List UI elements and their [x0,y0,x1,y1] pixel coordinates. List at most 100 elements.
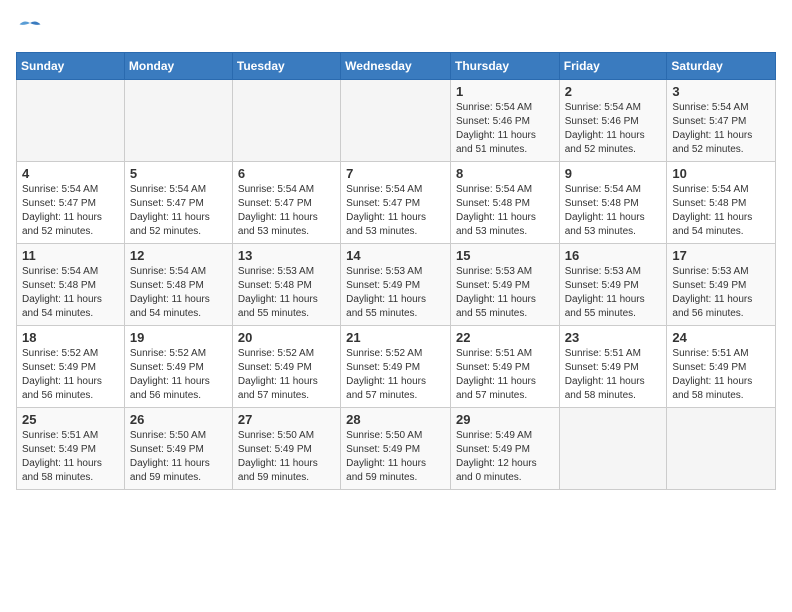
calendar-cell: 20 Sunrise: 5:52 AM Sunset: 5:49 PM Dayli… [232,326,340,408]
calendar-cell: 23 Sunrise: 5:51 AM Sunset: 5:49 PM Dayli… [559,326,667,408]
calendar-cell: 11 Sunrise: 5:54 AM Sunset: 5:48 PM Dayli… [17,244,125,326]
calendar-cell: 17Sunrise: 5:53 AM Sunset: 5:49 PM Dayli… [667,244,776,326]
day-info: Sunrise: 5:53 AM Sunset: 5:48 PM Dayligh… [238,265,335,321]
calendar-cell: 15 Sunrise: 5:53 AM Sunset: 5:49 PM Dayli… [450,244,559,326]
day-number: 17 [672,248,770,263]
calendar-cell [232,80,340,162]
day-number: 19 [130,330,227,345]
calendar-cell: 1Sunrise: 5:54 AM Sunset: 5:46 PM Daylig… [450,80,559,162]
day-number: 6 [238,166,335,181]
calendar-cell: 16 Sunrise: 5:53 AM Sunset: 5:49 PM Dayli… [559,244,667,326]
calendar-cell [667,408,776,490]
day-number: 1 [456,84,554,99]
day-number: 23 [565,330,662,345]
day-info: Sunrise: 5:51 AM Sunset: 5:49 PM Dayligh… [672,347,770,403]
day-number: 14 [346,248,445,263]
day-info: Sunrise: 5:51 AM Sunset: 5:49 PM Dayligh… [456,347,554,403]
day-info: Sunrise: 5:54 AM Sunset: 5:47 PM Dayligh… [130,183,227,239]
calendar-cell: 24 Sunrise: 5:51 AM Sunset: 5:49 PM Dayli… [667,326,776,408]
calendar-cell: 21 Sunrise: 5:52 AM Sunset: 5:49 PM Dayli… [341,326,451,408]
calendar-cell: 5 Sunrise: 5:54 AM Sunset: 5:47 PM Daylig… [124,162,232,244]
weekday-header-row: SundayMondayTuesdayWednesdayThursdayFrid… [17,53,776,80]
day-number: 26 [130,412,227,427]
weekday-header-friday: Friday [559,53,667,80]
day-number: 9 [565,166,662,181]
day-info: Sunrise: 5:54 AM Sunset: 5:48 PM Dayligh… [456,183,554,239]
day-info: Sunrise: 5:52 AM Sunset: 5:49 PM Dayligh… [238,347,335,403]
calendar-cell [341,80,451,162]
calendar-cell: 27 Sunrise: 5:50 AM Sunset: 5:49 PM Dayli… [232,408,340,490]
day-number: 3 [672,84,770,99]
weekday-header-monday: Monday [124,53,232,80]
day-number: 7 [346,166,445,181]
week-row-3: 11 Sunrise: 5:54 AM Sunset: 5:48 PM Dayli… [17,244,776,326]
day-number: 22 [456,330,554,345]
day-number: 29 [456,412,554,427]
day-info: Sunrise: 5:52 AM Sunset: 5:49 PM Dayligh… [22,347,119,403]
day-info: Sunrise: 5:54 AM Sunset: 5:47 PM Dayligh… [22,183,119,239]
calendar-cell: 12 Sunrise: 5:54 AM Sunset: 5:48 PM Dayli… [124,244,232,326]
day-info: Sunrise: 5:49 AM Sunset: 5:49 PM Dayligh… [456,429,554,485]
day-number: 15 [456,248,554,263]
calendar-cell [124,80,232,162]
day-info: Sunrise: 5:53 AM Sunset: 5:49 PM Dayligh… [346,265,445,321]
logo [16,16,48,44]
day-info: Sunrise: 5:54 AM Sunset: 5:47 PM Dayligh… [346,183,445,239]
weekday-header-thursday: Thursday [450,53,559,80]
weekday-header-tuesday: Tuesday [232,53,340,80]
day-number: 8 [456,166,554,181]
calendar-cell: 14 Sunrise: 5:53 AM Sunset: 5:49 PM Dayli… [341,244,451,326]
calendar: SundayMondayTuesdayWednesdayThursdayFrid… [16,52,776,490]
week-row-4: 18 Sunrise: 5:52 AM Sunset: 5:49 PM Dayli… [17,326,776,408]
day-info: Sunrise: 5:50 AM Sunset: 5:49 PM Dayligh… [130,429,227,485]
calendar-cell: 3 Sunrise: 5:54 AM Sunset: 5:47 PM Daylig… [667,80,776,162]
day-info: Sunrise: 5:50 AM Sunset: 5:49 PM Dayligh… [238,429,335,485]
day-info: Sunrise: 5:53 AM Sunset: 5:49 PM Dayligh… [456,265,554,321]
day-info: Sunrise: 5:51 AM Sunset: 5:49 PM Dayligh… [565,347,662,403]
day-number: 24 [672,330,770,345]
weekday-header-saturday: Saturday [667,53,776,80]
day-info: Sunrise: 5:54 AM Sunset: 5:48 PM Dayligh… [130,265,227,321]
day-info: Sunrise: 5:54 AM Sunset: 5:48 PM Dayligh… [672,183,770,239]
day-info: Sunrise: 5:50 AM Sunset: 5:49 PM Dayligh… [346,429,445,485]
day-number: 21 [346,330,445,345]
day-info: Sunrise: 5:54 AM Sunset: 5:47 PM Dayligh… [672,101,770,157]
calendar-cell: 18 Sunrise: 5:52 AM Sunset: 5:49 PM Dayli… [17,326,125,408]
day-info: Sunrise: 5:54 AM Sunset: 5:48 PM Dayligh… [22,265,119,321]
calendar-cell: 26 Sunrise: 5:50 AM Sunset: 5:49 PM Dayli… [124,408,232,490]
calendar-cell: 7 Sunrise: 5:54 AM Sunset: 5:47 PM Daylig… [341,162,451,244]
day-number: 4 [22,166,119,181]
weekday-header-wednesday: Wednesday [341,53,451,80]
day-number: 25 [22,412,119,427]
calendar-cell [559,408,667,490]
day-info: Sunrise: 5:54 AM Sunset: 5:46 PM Dayligh… [565,101,662,157]
calendar-cell: 10 Sunrise: 5:54 AM Sunset: 5:48 PM Dayli… [667,162,776,244]
calendar-cell: 28 Sunrise: 5:50 AM Sunset: 5:49 PM Dayli… [341,408,451,490]
day-number: 27 [238,412,335,427]
calendar-cell: 22 Sunrise: 5:51 AM Sunset: 5:49 PM Dayli… [450,326,559,408]
calendar-cell: 6Sunrise: 5:54 AM Sunset: 5:47 PM Daylig… [232,162,340,244]
day-number: 18 [22,330,119,345]
day-info: Sunrise: 5:52 AM Sunset: 5:49 PM Dayligh… [346,347,445,403]
day-number: 11 [22,248,119,263]
week-row-1: 1 Sunrise: 5:54 AM Sunset: 5:46 PM Daylig… [17,80,776,162]
calendar-cell: 13 Sunrise: 5:53 AM Sunset: 5:48 PM Dayli… [232,244,340,326]
day-number: 10 [672,166,770,181]
day-number: 13 [238,248,335,263]
calendar-cell: 9 Sunrise: 5:54 AM Sunset: 5:48 PM Daylig… [559,162,667,244]
day-number: 5 [130,166,227,181]
calendar-cell: 2 Sunrise: 5:54 AM Sunset: 5:46 PM Daylig… [559,80,667,162]
day-number: 2 [565,84,662,99]
calendar-cell: 4 Sunrise: 5:54 AM Sunset: 5:47 PM Daylig… [17,162,125,244]
day-info: Sunrise: 5:51 AM Sunset: 5:49 PM Dayligh… [22,429,119,485]
calendar-cell: 25 Sunrise: 5:51 AM Sunset: 5:49 PM Dayli… [17,408,125,490]
day-number: 20 [238,330,335,345]
day-number: 16 [565,248,662,263]
day-info: Sunrise: 5:54 AM Sunset: 5:48 PM Dayligh… [565,183,662,239]
day-info: Sunrise: 5:53 AM Sunset: 5:49 PM Dayligh… [565,265,662,321]
day-number: 28 [346,412,445,427]
week-row-5: 25 Sunrise: 5:51 AM Sunset: 5:49 PM Dayli… [17,408,776,490]
logo-icon [16,16,44,44]
calendar-cell: 19Sunrise: 5:52 AM Sunset: 5:49 PM Dayli… [124,326,232,408]
day-number: 12 [130,248,227,263]
